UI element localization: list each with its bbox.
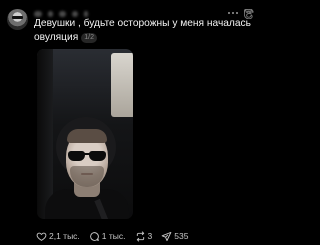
avatar[interactable] [7, 9, 28, 30]
share-button[interactable]: 535 [161, 231, 188, 242]
repost-button[interactable]: 3 [135, 230, 153, 242]
sunglasses-bridge [84, 153, 90, 155]
action-bar: 2,1 тыс. 1 тыс. 3 535 [36, 230, 198, 242]
post-body: Девушки , будьте осторожны у меня начала… [34, 18, 251, 43]
car-pillar [37, 49, 53, 219]
more-icon[interactable] [228, 12, 238, 14]
heart-icon [36, 232, 47, 241]
comment-icon [89, 231, 99, 241]
like-count: 2,1 тыс. [49, 231, 80, 241]
page-indicator-badge: 1/2 [81, 33, 97, 43]
mouth [81, 173, 93, 175]
sunglasses-right-lens [89, 151, 106, 161]
avatar-glasses [12, 16, 23, 19]
car-window [111, 53, 133, 117]
reply-count: 1 тыс. [101, 231, 126, 241]
like-button[interactable]: 2,1 тыс. [36, 231, 80, 242]
hair [67, 129, 107, 143]
reply-button[interactable]: 1 тыс. [89, 231, 126, 242]
repost-count: 3 [147, 231, 153, 241]
post-photo[interactable] [37, 49, 133, 219]
post-text: Девушки , будьте осторожны у меня начала… [34, 17, 256, 45]
share-icon [161, 231, 172, 241]
share-count: 535 [174, 231, 189, 241]
repost-icon [136, 230, 144, 242]
sunglasses-left-lens [68, 151, 85, 161]
